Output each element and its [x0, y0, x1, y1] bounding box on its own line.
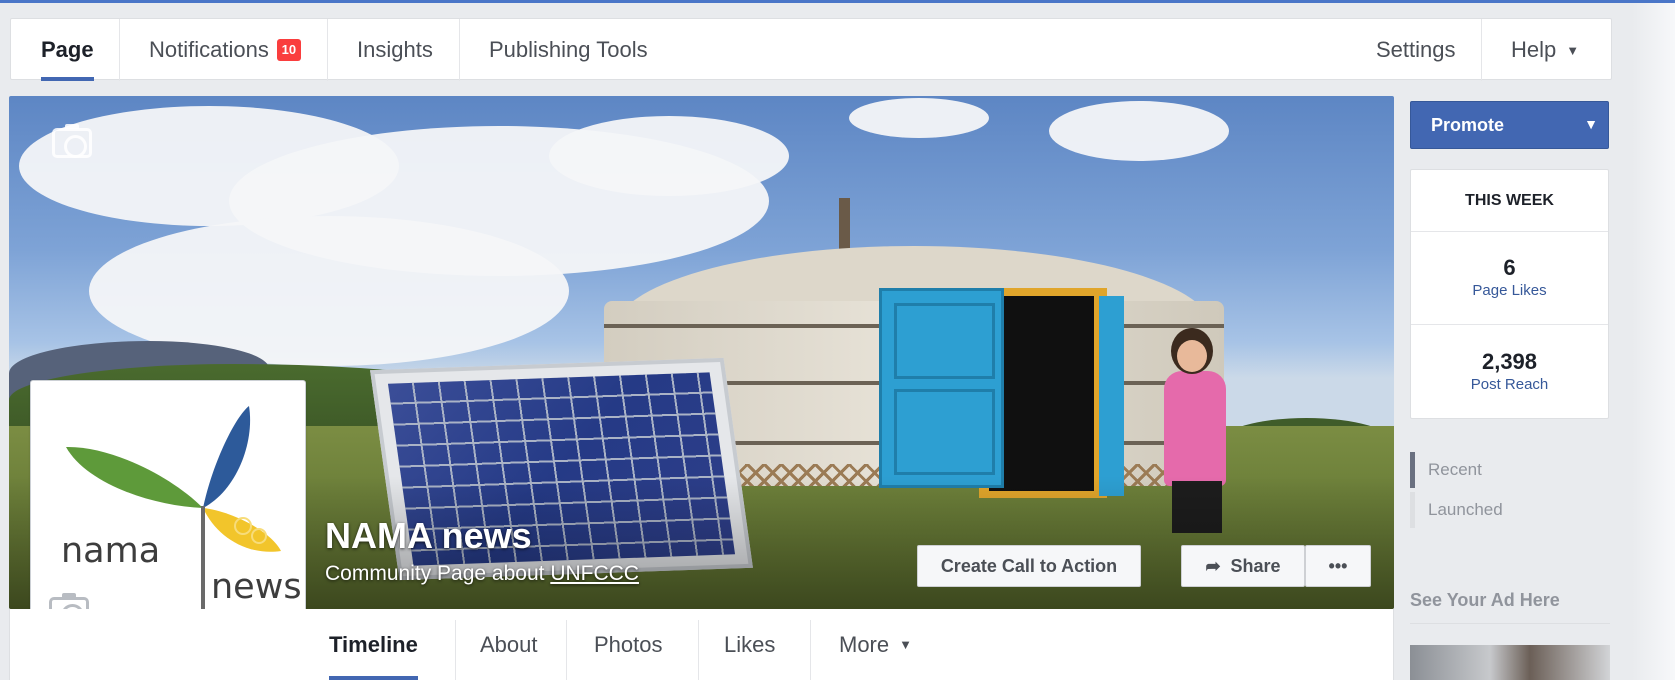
tab-more[interactable]: More ▼ [815, 609, 936, 680]
logo-text: news [211, 567, 302, 607]
admin-tab-label: Notifications [149, 37, 269, 62]
caret-down-icon: ▼ [899, 637, 912, 652]
admin-tab-notifications[interactable]: Notifications 10 [129, 19, 321, 81]
cloud [849, 98, 989, 138]
tab-label: More [839, 631, 890, 657]
divider [698, 620, 699, 680]
right-gutter [1632, 3, 1675, 680]
page-category-text: Community Page about [325, 562, 545, 585]
admin-nav-bar: Page Notifications 10 Insights Publishin… [10, 18, 1612, 81]
tab-photos[interactable]: Photos [570, 609, 687, 680]
admin-tab-page[interactable]: Page [21, 19, 114, 81]
tab-about[interactable]: About [456, 609, 562, 680]
stats-title: THIS WEEK [1411, 170, 1608, 232]
admin-tab-label: Page [41, 37, 94, 62]
admin-tab-help[interactable]: Help ▼ [1491, 19, 1599, 81]
side-item-label: Launched [1428, 500, 1503, 519]
cloud [1049, 101, 1229, 161]
divider [566, 620, 567, 680]
divider [327, 19, 328, 81]
yurt-door-right [1099, 296, 1124, 496]
cloud [549, 116, 789, 196]
divider [459, 19, 460, 81]
side-item-recent[interactable]: Recent [1410, 450, 1609, 490]
page-category: Community Page about UNFCCC [325, 562, 639, 586]
stat-post-reach[interactable]: 2,398 Post Reach [1411, 325, 1608, 418]
yurt-door-panel [879, 288, 1004, 488]
side-item-launched[interactable]: Launched [1410, 490, 1609, 530]
yurt-doorway [989, 296, 1094, 491]
ad-heading: See Your Ad Here [1410, 590, 1610, 624]
child-figure [1164, 371, 1226, 486]
admin-tab-label: Help [1511, 37, 1557, 62]
tab-likes[interactable]: Likes [700, 609, 799, 680]
notification-count-badge: 10 [276, 39, 301, 61]
tab-label: Photos [594, 631, 663, 657]
camera-icon[interactable] [52, 124, 92, 158]
ads-side-nav: Recent Launched [1410, 450, 1609, 530]
stat-value: 2,398 [1481, 348, 1538, 374]
stat-label: Page Likes [1472, 282, 1547, 299]
ellipsis-icon: ••• [1328, 555, 1348, 576]
tab-timeline[interactable]: Timeline [305, 609, 442, 680]
promote-button[interactable]: Promote ▼ [1410, 101, 1609, 149]
tab-label: Likes [724, 631, 776, 657]
divider [810, 620, 811, 680]
admin-tab-publishing-tools[interactable]: Publishing Tools [469, 19, 668, 81]
admin-tab-insights[interactable]: Insights [337, 19, 453, 81]
side-item-label: Recent [1428, 460, 1482, 479]
weekly-stats-panel: THIS WEEK 6 Page Likes 2,398 Post Reach [1410, 169, 1609, 419]
tab-label: About [480, 631, 538, 657]
admin-tab-label: Settings [1376, 37, 1456, 62]
button-label: Promote [1431, 114, 1505, 135]
caret-down-icon: ▼ [1584, 116, 1598, 132]
share-button[interactable]: ➦ Share [1181, 545, 1305, 587]
tab-label: Timeline [329, 631, 418, 657]
page-title: NAMA news [325, 515, 532, 556]
button-label: Create Call to Action [940, 555, 1118, 576]
ad-preview-image[interactable] [1410, 645, 1610, 680]
admin-tab-settings[interactable]: Settings [1356, 19, 1476, 81]
admin-tab-label: Publishing Tools [489, 37, 648, 62]
stat-page-likes[interactable]: 6 Page Likes [1411, 232, 1608, 325]
stat-value: 6 [1503, 255, 1516, 280]
caret-down-icon: ▼ [1566, 42, 1580, 58]
create-call-to-action-button[interactable]: Create Call to Action [917, 545, 1141, 587]
category-link[interactable]: UNFCCC [550, 562, 639, 585]
more-options-button[interactable]: ••• [1305, 545, 1371, 587]
admin-tab-label: Insights [357, 37, 433, 62]
stat-label: Post Reach [1470, 375, 1549, 393]
logo-text: nama [61, 531, 161, 571]
share-arrow-icon: ➦ [1205, 555, 1221, 576]
divider [1481, 19, 1482, 81]
button-label: Share [1230, 555, 1281, 576]
divider [119, 19, 120, 81]
child-face [1177, 340, 1207, 372]
